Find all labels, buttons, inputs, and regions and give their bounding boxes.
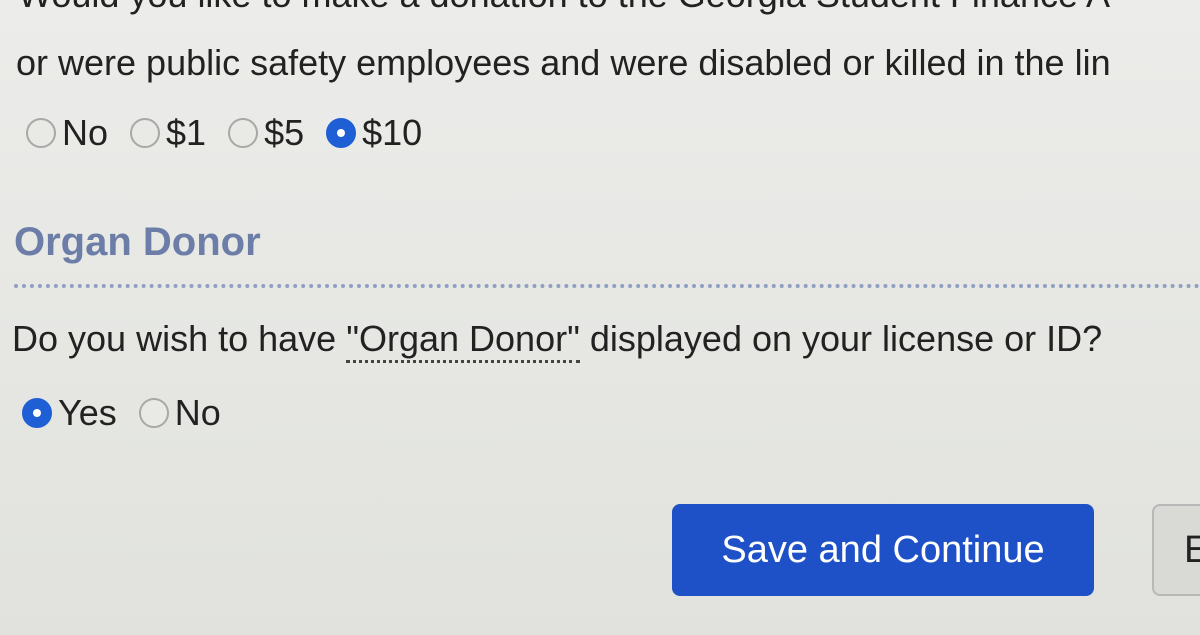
organ-donor-question-before: Do you wish to have xyxy=(12,318,347,359)
secondary-action-button[interactable]: E xyxy=(1152,504,1200,596)
form-screen: Would you like to make a donation to the… xyxy=(0,0,1200,635)
save-and-continue-button[interactable]: Save and Continue xyxy=(672,504,1094,596)
organ-donor-option-label-yes: Yes xyxy=(58,392,117,433)
radio-no[interactable] xyxy=(26,118,56,148)
organ-donor-term-link[interactable]: "Organ Donor" xyxy=(346,318,580,363)
donation-option-no[interactable]: No xyxy=(26,112,108,154)
donation-option-label-1: $1 xyxy=(166,112,207,153)
donation-option-label-no: No xyxy=(62,112,109,153)
donation-option-5[interactable]: $5 xyxy=(228,112,304,154)
organ-donor-option-yes[interactable]: Yes xyxy=(22,392,117,434)
radio-organ-no[interactable] xyxy=(138,398,169,428)
organ-donor-option-label-no: No xyxy=(174,392,221,433)
section-divider xyxy=(14,284,1200,288)
organ-donor-radio-group: Yes No xyxy=(22,392,243,434)
radio-5[interactable] xyxy=(228,118,259,148)
organ-donor-option-no[interactable]: No xyxy=(138,392,221,434)
donation-option-label-5: $5 xyxy=(264,112,305,153)
organ-donor-section-title: Organ Donor xyxy=(14,220,261,264)
donation-option-10[interactable]: $10 xyxy=(326,112,422,154)
donation-question-line-1: Would you like to make a donation to the… xyxy=(18,0,1110,16)
radio-1[interactable] xyxy=(130,118,161,148)
donation-question-line-2: or were public safety employees and were… xyxy=(16,42,1111,83)
organ-donor-question: Do you wish to have "Organ Donor" displa… xyxy=(12,318,1103,363)
radio-yes[interactable] xyxy=(22,398,52,428)
organ-donor-question-after: displayed on your license or ID? xyxy=(579,318,1103,359)
radio-10[interactable] xyxy=(326,118,357,148)
donation-option-label-10: $10 xyxy=(362,112,423,153)
donation-radio-group: No $1 $5 $10 xyxy=(26,112,444,154)
donation-option-1[interactable]: $1 xyxy=(130,112,206,154)
